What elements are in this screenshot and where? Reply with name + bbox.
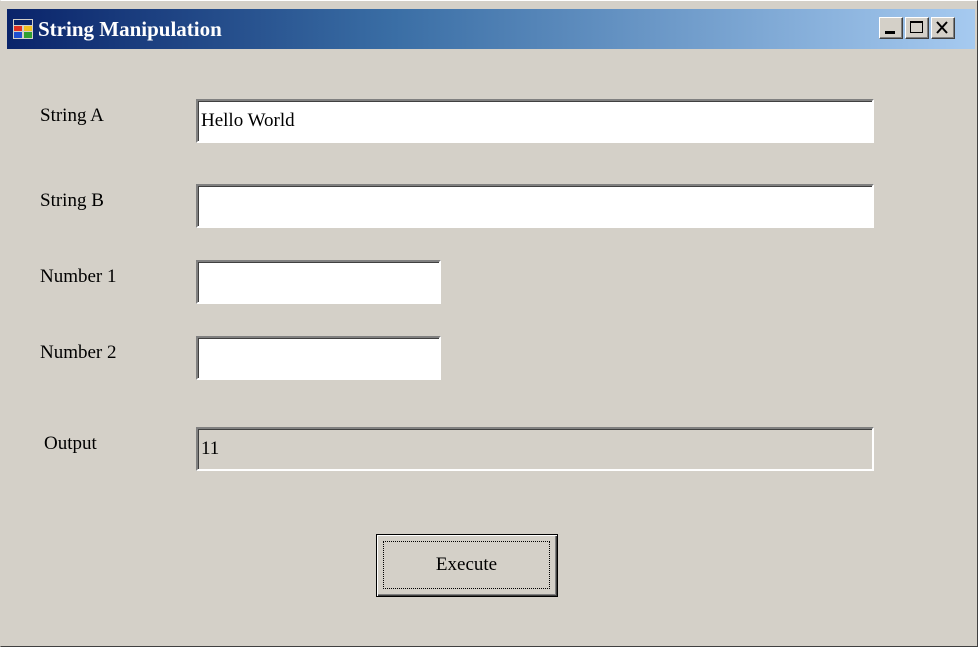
minimize-button[interactable] <box>879 17 903 39</box>
number-1-label: Number 1 <box>40 266 117 287</box>
string-a-input[interactable] <box>196 99 874 143</box>
string-b-input[interactable] <box>196 184 874 228</box>
string-manipulation-window: String Manipulation String A String B Nu… <box>0 0 978 647</box>
windows-form-icon[interactable] <box>13 19 33 39</box>
execute-button[interactable]: Execute <box>376 534 558 597</box>
title-bar[interactable]: String Manipulation <box>7 9 975 49</box>
execute-button-label: Execute <box>383 541 550 589</box>
number-2-input[interactable] <box>196 336 441 380</box>
string-b-label: String B <box>40 190 104 211</box>
number-2-label: Number 2 <box>40 342 117 363</box>
number-1-input[interactable] <box>196 260 441 304</box>
maximize-icon <box>910 21 923 33</box>
window-title: String Manipulation <box>38 17 222 41</box>
output-label: Output <box>44 433 97 454</box>
output-field <box>196 427 874 471</box>
close-button[interactable] <box>931 17 955 39</box>
maximize-button[interactable] <box>905 17 929 39</box>
close-icon <box>936 21 948 34</box>
string-a-label: String A <box>40 105 104 126</box>
minimize-icon <box>885 31 895 34</box>
